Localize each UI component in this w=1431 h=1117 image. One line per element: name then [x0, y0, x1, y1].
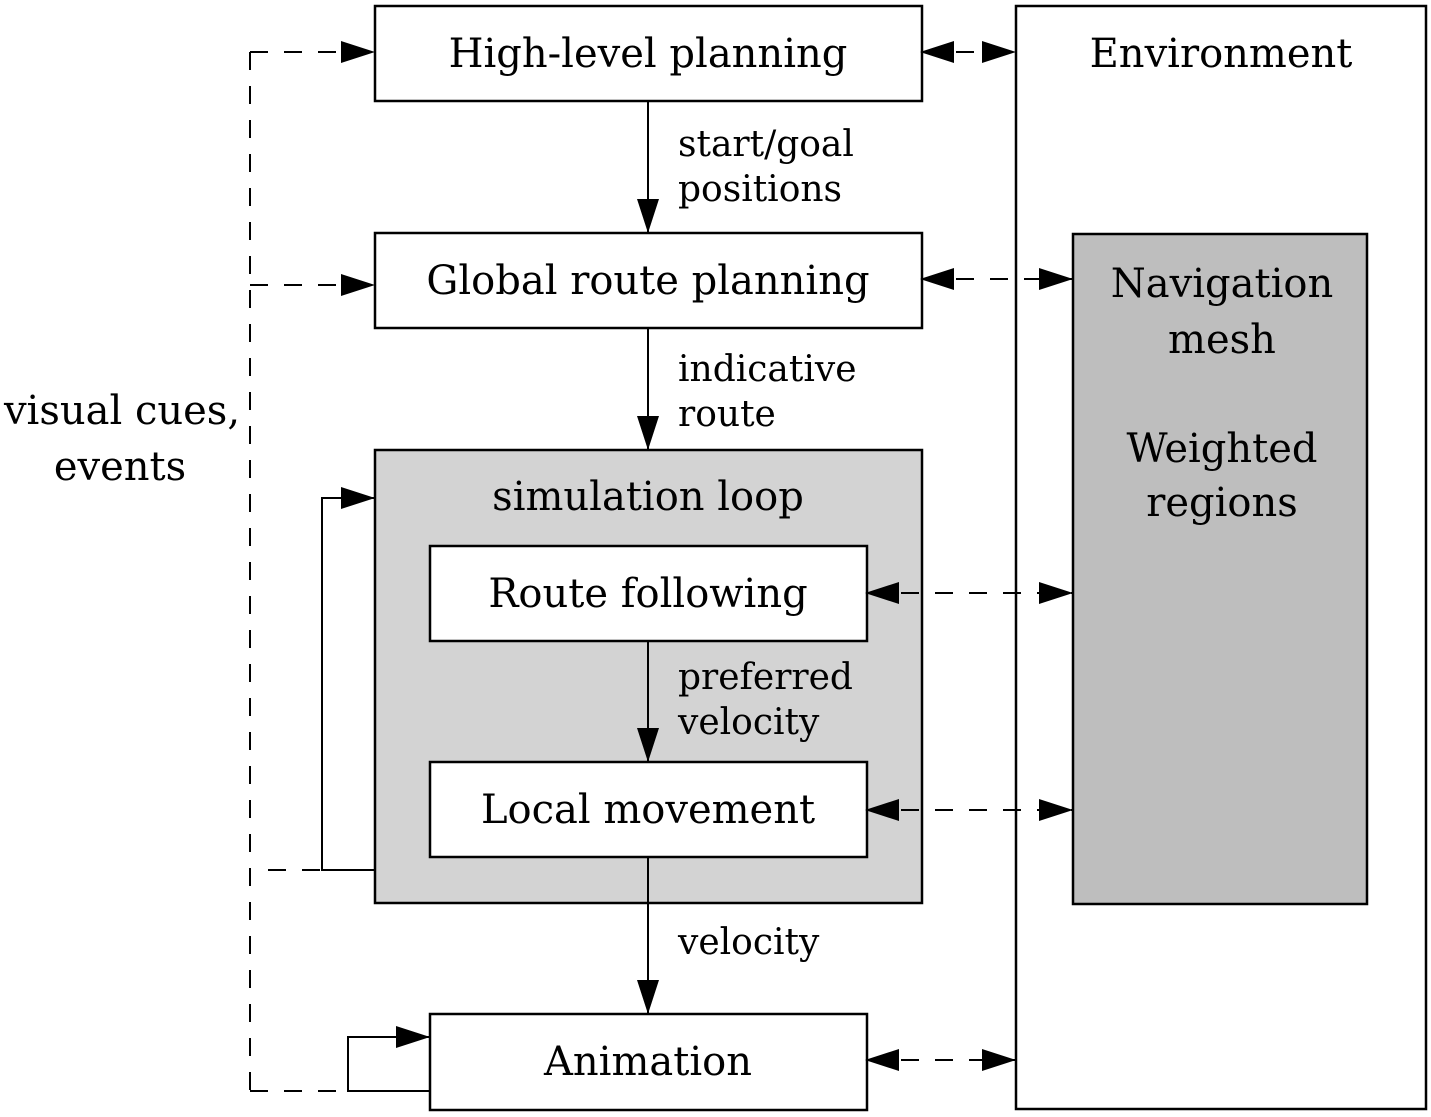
- edge-label-indicative-1: indicative: [678, 349, 857, 390]
- navmesh-label-line2: mesh: [1168, 317, 1276, 363]
- local-movement-box: Local movement: [428, 760, 869, 859]
- weighted-regions-line2: regions: [1146, 480, 1298, 526]
- global-route-planning-label: Global route planning: [426, 258, 869, 304]
- high-level-planning-label: High-level planning: [449, 31, 848, 77]
- route-following-label: Route following: [488, 571, 807, 617]
- global-route-planning-box: Global route planning: [373, 231, 924, 330]
- architecture-diagram: Environment Navigation mesh Weighted reg…: [3, 4, 1428, 1112]
- loop-self-feedback-arrow: [321, 487, 375, 871]
- edge-label-indicative-2: route: [678, 394, 776, 435]
- side-label-line2: events: [54, 444, 186, 490]
- simulation-loop-label: simulation loop: [492, 474, 804, 520]
- animation-box: Animation: [428, 1012, 869, 1112]
- edge-label-start-goal-1: start/goal: [678, 124, 854, 165]
- animation-self-feedback-arrow: [347, 1026, 430, 1092]
- edge-label-preferred-1: preferred: [678, 657, 853, 698]
- edge-label-start-goal-2: positions: [678, 169, 842, 210]
- animation-label: Animation: [543, 1039, 752, 1085]
- environment-label: Environment: [1090, 31, 1353, 77]
- high-level-planning-box: High-level planning: [373, 4, 924, 103]
- navigation-mesh-box: Navigation mesh Weighted regions: [1071, 232, 1369, 906]
- edge-label-velocity: velocity: [677, 922, 820, 963]
- side-label-line1: visual cues,: [3, 388, 240, 434]
- edge-label-preferred-2: velocity: [677, 702, 820, 743]
- weighted-regions-line1: Weighted: [1126, 426, 1317, 472]
- route-following-box: Route following: [428, 544, 869, 643]
- navmesh-label-line1: Navigation: [1111, 261, 1333, 307]
- local-movement-label: Local movement: [481, 787, 815, 833]
